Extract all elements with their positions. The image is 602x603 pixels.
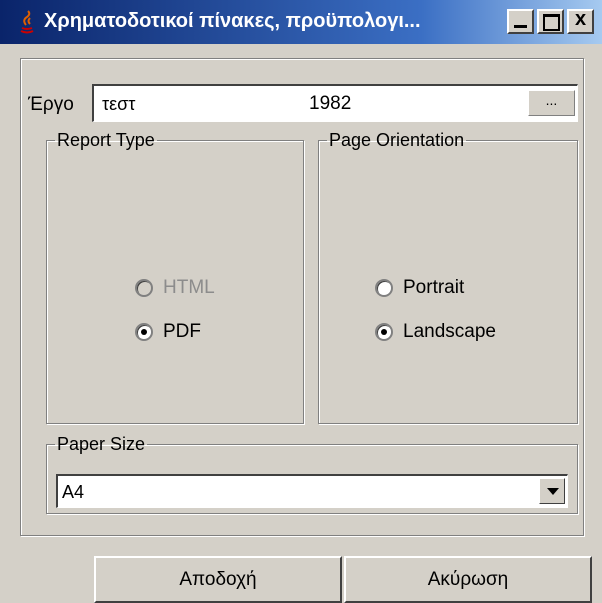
paper-size-legend: Paper Size <box>57 434 146 454</box>
radio-landscape-label: Landscape <box>403 321 496 342</box>
maximize-button[interactable] <box>537 9 564 34</box>
close-button[interactable]: x <box>567 8 594 34</box>
radio-html-indicator <box>135 279 153 297</box>
radio-portrait[interactable]: Portrait <box>375 277 464 299</box>
paper-size-value: A4 <box>62 482 85 502</box>
ok-button[interactable]: Αποδοχή <box>94 556 342 603</box>
radio-pdf-label: PDF <box>163 321 201 342</box>
radio-pdf[interactable]: PDF <box>135 321 201 343</box>
radio-html[interactable]: HTML <box>135 277 215 299</box>
radio-pdf-indicator <box>135 323 153 341</box>
chevron-down-icon[interactable] <box>539 478 565 504</box>
radio-html-label: HTML <box>163 277 215 298</box>
dialog-window: Χρηματοδοτικοί πίνακες, προϋπολογι... x … <box>0 0 602 603</box>
radio-portrait-indicator <box>375 279 393 297</box>
project-year: 1982 <box>309 93 352 114</box>
title-bar[interactable]: Χρηματοδοτικοί πίνακες, προϋπολογι... x <box>0 0 602 44</box>
java-icon <box>20 10 34 34</box>
project-label: Έργο <box>28 94 74 115</box>
radio-landscape-indicator <box>375 323 393 341</box>
radio-portrait-label: Portrait <box>403 277 465 298</box>
cancel-button[interactable]: Ακύρωση <box>344 556 592 603</box>
report-type-group: Report Type HTML PDF <box>46 130 304 424</box>
page-orientation-group: Page Orientation Portrait Landscape <box>318 130 578 424</box>
close-icon: x <box>574 8 587 30</box>
project-field[interactable]: τεστ 1982 ... <box>92 84 578 122</box>
window-title: Χρηματοδοτικοί πίνακες, προϋπολογι... <box>44 10 421 32</box>
project-name: τεστ <box>102 94 136 114</box>
browse-button[interactable]: ... <box>528 90 575 116</box>
report-type-legend: Report Type <box>57 130 155 150</box>
page-orientation-legend: Page Orientation <box>329 130 465 150</box>
paper-size-select[interactable]: A4 <box>56 474 568 508</box>
radio-landscape[interactable]: Landscape <box>375 321 496 343</box>
minimize-button[interactable] <box>507 9 534 34</box>
